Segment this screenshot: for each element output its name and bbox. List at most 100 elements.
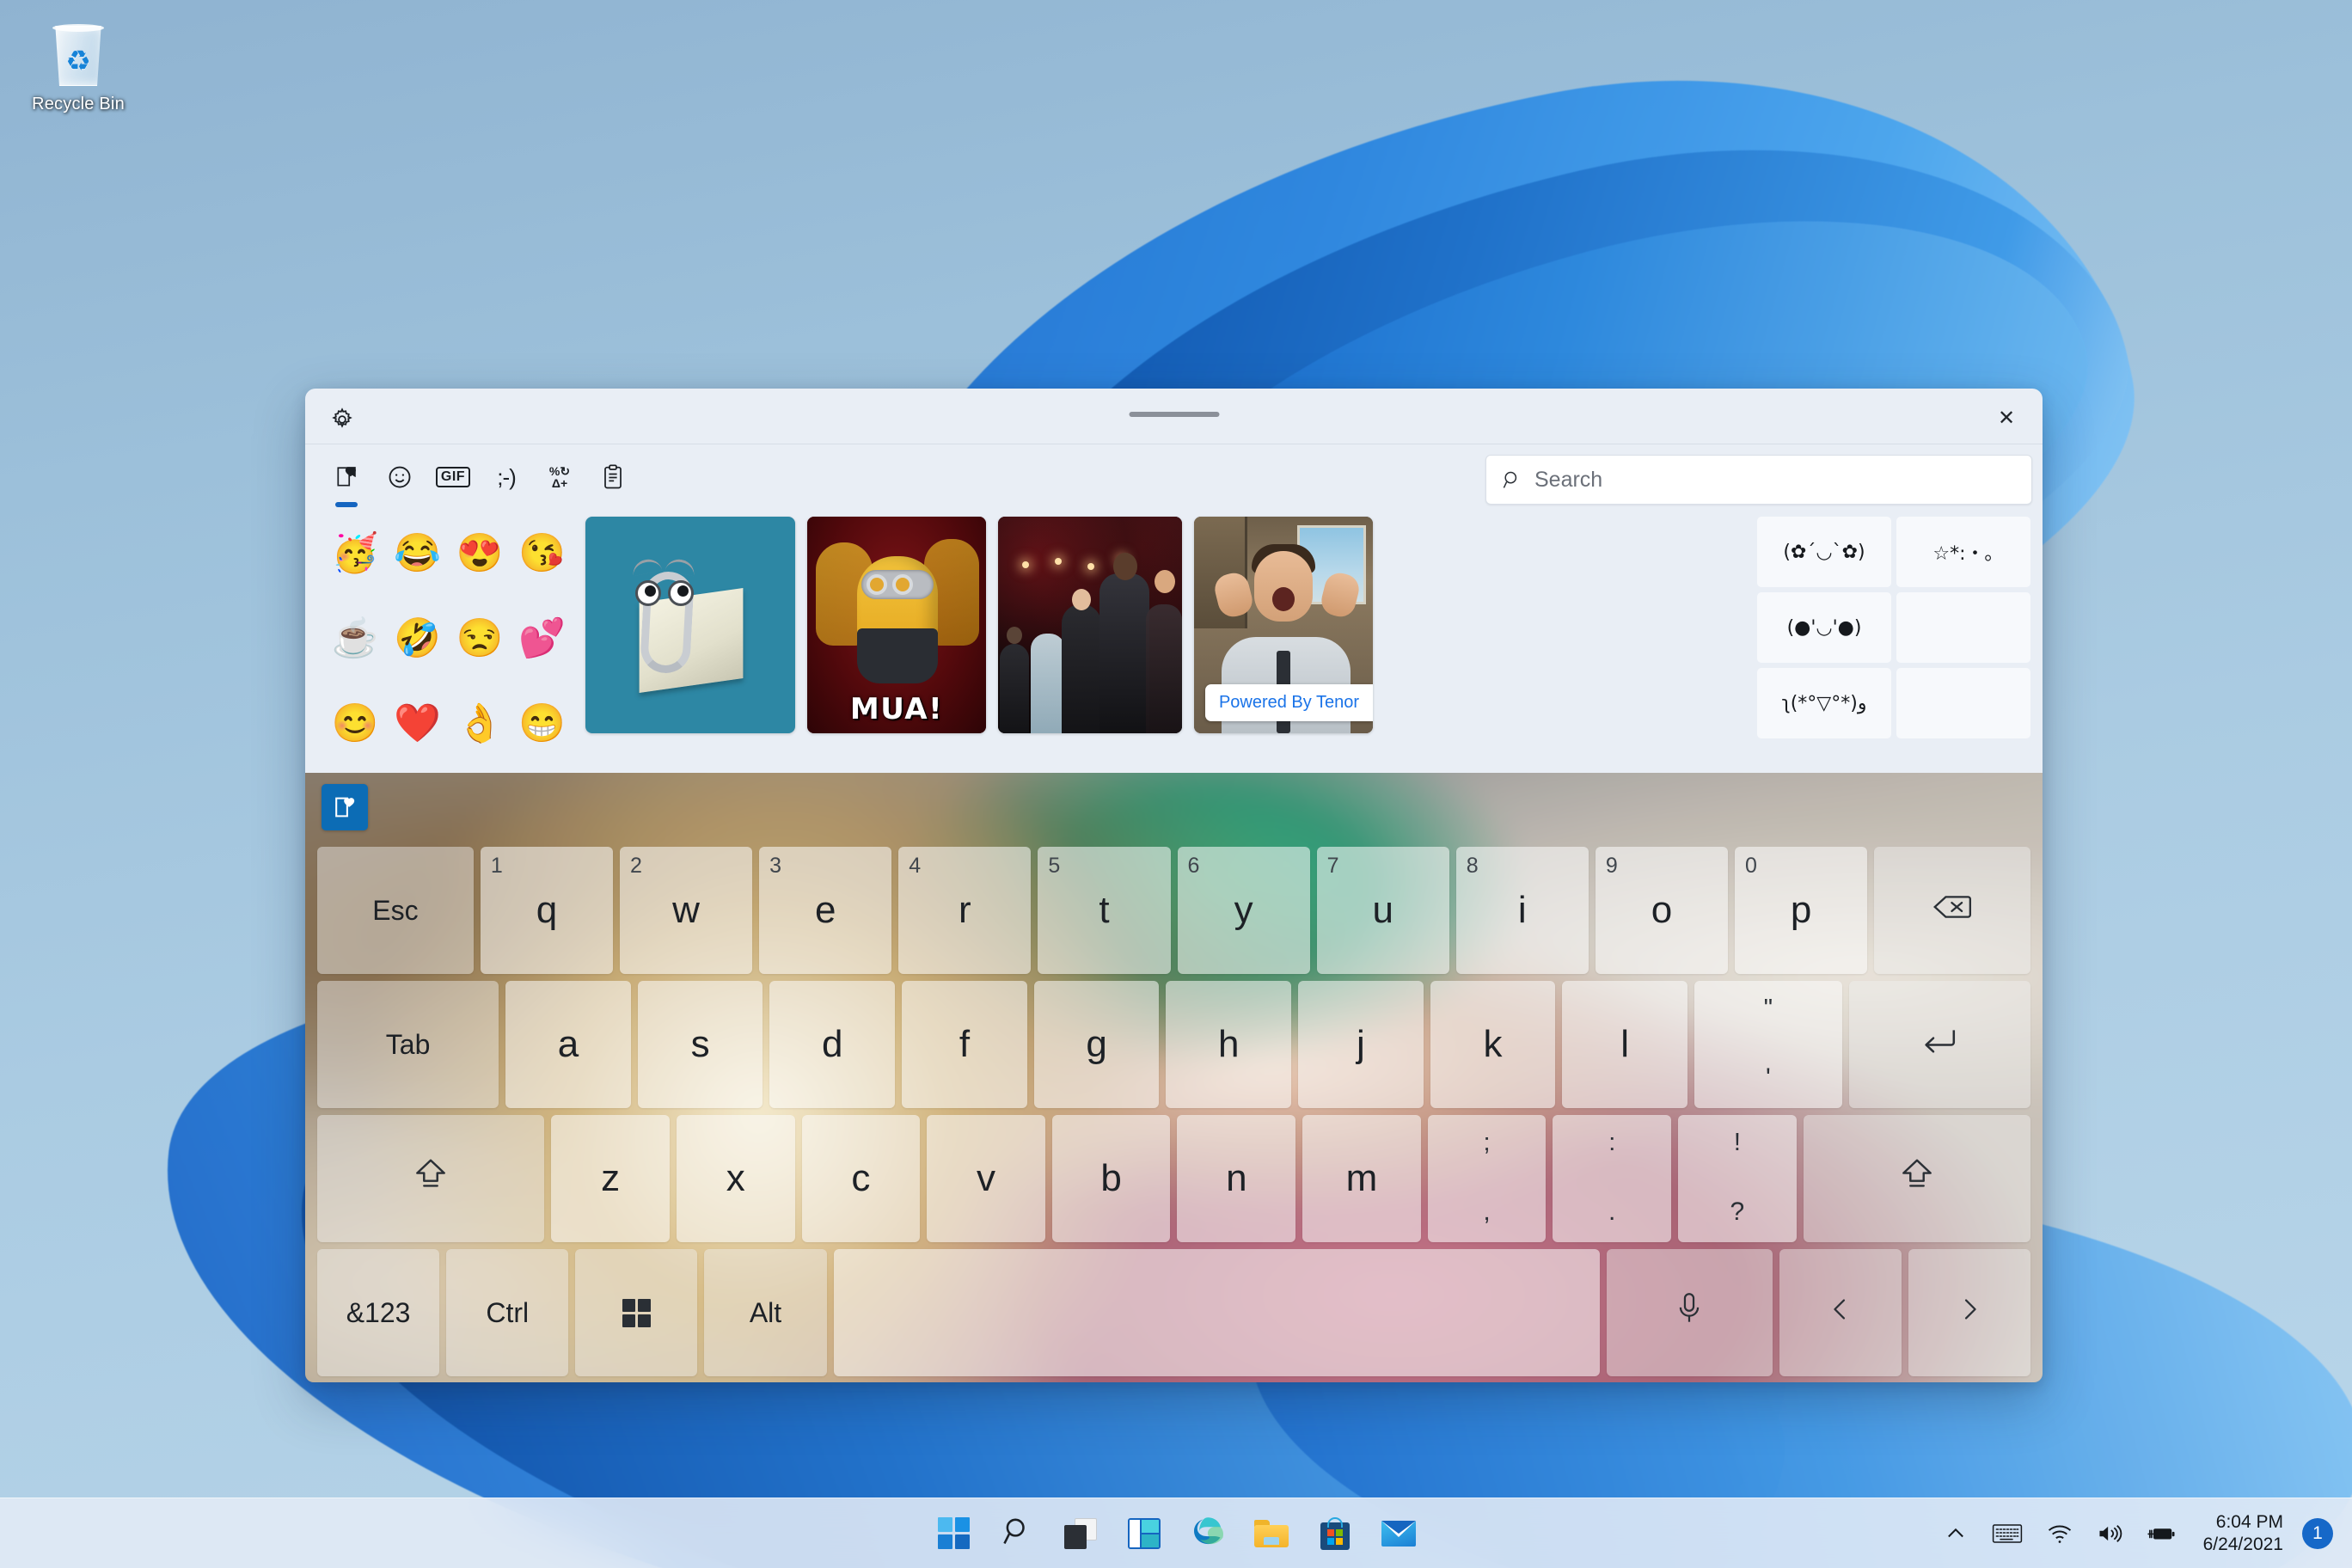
key-l[interactable]: l: [1562, 981, 1687, 1108]
emoji-cell[interactable]: ❤️: [387, 688, 450, 761]
key-r[interactable]: 4r: [898, 847, 1032, 974]
desktop[interactable]: ♻ Recycle Bin ✕ GIF ;-) %↻ Δ+ Search 🥳 😂…: [0, 0, 2352, 1568]
key-alt[interactable]: Alt: [704, 1249, 827, 1376]
taskbar-item-widgets[interactable]: [1117, 1506, 1172, 1561]
gif-card-minion[interactable]: MUA!: [807, 517, 986, 733]
key-p[interactable]: 0p: [1735, 847, 1868, 974]
key-shift-left[interactable]: [317, 1115, 545, 1242]
key-backspace[interactable]: [1874, 847, 2030, 974]
touch-keyboard-window[interactable]: ✕ GIF ;-) %↻ Δ+ Search 🥳 😂 😍 😘 ☕ 🤣 😒 💕 😊…: [305, 389, 2043, 1382]
tab-clipboard[interactable]: [591, 455, 635, 499]
taskbar-item-file-explorer[interactable]: [1244, 1506, 1299, 1561]
key-esc[interactable]: Esc: [317, 847, 474, 974]
drag-handle[interactable]: [1129, 412, 1219, 417]
key-u[interactable]: 7u: [1316, 847, 1449, 974]
key-f[interactable]: f: [902, 981, 1027, 1108]
key-colon-period[interactable]: :.: [1553, 1115, 1672, 1242]
clock[interactable]: 6:04 PM 6/24/2021: [2190, 1511, 2294, 1556]
key-d[interactable]: d: [769, 981, 896, 1108]
key-semicolon-comma[interactable]: ;,: [1427, 1115, 1547, 1242]
key-space[interactable]: [833, 1249, 1600, 1376]
key-h[interactable]: h: [1166, 981, 1292, 1108]
key-z[interactable]: z: [551, 1115, 670, 1242]
key-b[interactable]: b: [1051, 1115, 1171, 1242]
tab-kaomoji[interactable]: ;-): [484, 455, 529, 499]
emoji-cell[interactable]: 😊: [324, 688, 387, 761]
taskbar-item-task-view[interactable]: [1053, 1506, 1108, 1561]
emoji-cell[interactable]: 😒: [449, 602, 511, 675]
taskbar-item-mail[interactable]: [1371, 1506, 1426, 1561]
search-input[interactable]: [1534, 467, 2016, 493]
taskbar-item-start[interactable]: [926, 1506, 981, 1561]
key-ctrl[interactable]: Ctrl: [446, 1249, 569, 1376]
key-y[interactable]: 6y: [1177, 847, 1310, 974]
kaomoji-cell[interactable]: (✿´◡`✿): [1757, 517, 1891, 587]
emoji-cell[interactable]: 😂: [387, 517, 450, 590]
battery-charging-icon[interactable]: [2136, 1509, 2186, 1559]
emoji-cell[interactable]: 😘: [511, 517, 574, 590]
kaomoji-cell[interactable]: ☆*:・｡: [1896, 517, 2030, 587]
tab-emoji[interactable]: [377, 455, 422, 499]
kaomoji-cell[interactable]: ʅ(*°▽°*)و: [1757, 668, 1891, 738]
key-e[interactable]: 3e: [759, 847, 892, 974]
key-v[interactable]: v: [927, 1115, 1045, 1242]
key-dictation-microphone[interactable]: [1606, 1249, 1773, 1376]
key-i[interactable]: 8i: [1455, 847, 1589, 974]
gif-card-clippy[interactable]: [585, 517, 795, 733]
taskbar-item-search[interactable]: [989, 1506, 1044, 1561]
gear-icon[interactable]: [324, 401, 360, 438]
emoji-cell[interactable]: 😁: [511, 688, 574, 761]
excited-mouth: [1272, 587, 1295, 611]
taskbar-item-edge[interactable]: [1180, 1506, 1235, 1561]
emoji-cell[interactable]: 🥳: [324, 517, 387, 590]
key-g[interactable]: g: [1033, 981, 1160, 1108]
taskbar[interactable]: 6:04 PM 6/24/2021 1: [0, 1498, 2352, 1568]
emoji-cell[interactable]: 👌: [449, 688, 511, 761]
gif-card-excited-man[interactable]: Powered By Tenor: [1194, 517, 1373, 733]
key-arrow-left[interactable]: [1779, 1249, 1902, 1376]
key-shift-right[interactable]: [1803, 1115, 2030, 1242]
taskbar-item-store[interactable]: [1308, 1506, 1363, 1561]
wifi-icon[interactable]: [2037, 1509, 2083, 1559]
key-o[interactable]: 9o: [1595, 847, 1728, 974]
key-x[interactable]: x: [676, 1115, 795, 1242]
emoji-cell[interactable]: ☕: [324, 602, 387, 675]
gif-card-ovation[interactable]: [998, 517, 1182, 733]
key-numeric-symbols[interactable]: &123: [317, 1249, 440, 1376]
kaomoji-cell[interactable]: [1896, 668, 2030, 738]
key-s[interactable]: s: [637, 981, 763, 1108]
key-n[interactable]: n: [1177, 1115, 1296, 1242]
emoji-cell[interactable]: 💕: [511, 602, 574, 675]
notification-badge[interactable]: 1: [2302, 1517, 2333, 1549]
kaomoji-cell[interactable]: [1896, 592, 2030, 663]
key-tab[interactable]: Tab: [317, 981, 499, 1108]
key-apostrophe[interactable]: " ': [1694, 981, 1842, 1108]
show-hidden-icons-button[interactable]: [1933, 1509, 1978, 1559]
emoji-panel-toggle-button[interactable]: [322, 784, 368, 830]
search-box[interactable]: [1485, 455, 2032, 505]
key-k[interactable]: k: [1430, 981, 1556, 1108]
tab-gif[interactable]: GIF: [431, 455, 475, 499]
key-arrow-right[interactable]: [1908, 1249, 2030, 1376]
key-m[interactable]: m: [1302, 1115, 1421, 1242]
key-t[interactable]: 5t: [1038, 847, 1171, 974]
key-enter[interactable]: [1848, 981, 2030, 1108]
tab-symbols[interactable]: %↻ Δ+: [537, 455, 582, 499]
emoji-cell[interactable]: 😍: [449, 517, 511, 590]
kaomoji-cell[interactable]: (●'◡'●): [1757, 592, 1891, 663]
key-label: i: [1517, 889, 1527, 931]
tab-most-recently-used[interactable]: [324, 455, 369, 507]
touch-keyboard-icon[interactable]: [1981, 1509, 2033, 1559]
key-w[interactable]: 2w: [620, 847, 753, 974]
key-label: Tab: [385, 1028, 431, 1060]
emoji-cell[interactable]: 🤣: [387, 602, 450, 675]
close-icon[interactable]: ✕: [1986, 399, 2027, 437]
key-j[interactable]: j: [1298, 981, 1424, 1108]
key-a[interactable]: a: [505, 981, 631, 1108]
desktop-icon-recycle-bin[interactable]: ♻ Recycle Bin: [14, 12, 143, 114]
key-exclamation-question[interactable]: !?: [1678, 1115, 1797, 1242]
key-windows[interactable]: [575, 1249, 698, 1376]
key-c[interactable]: c: [801, 1115, 921, 1242]
key-q[interactable]: 1q: [480, 847, 613, 974]
speaker-icon[interactable]: [2086, 1509, 2133, 1559]
